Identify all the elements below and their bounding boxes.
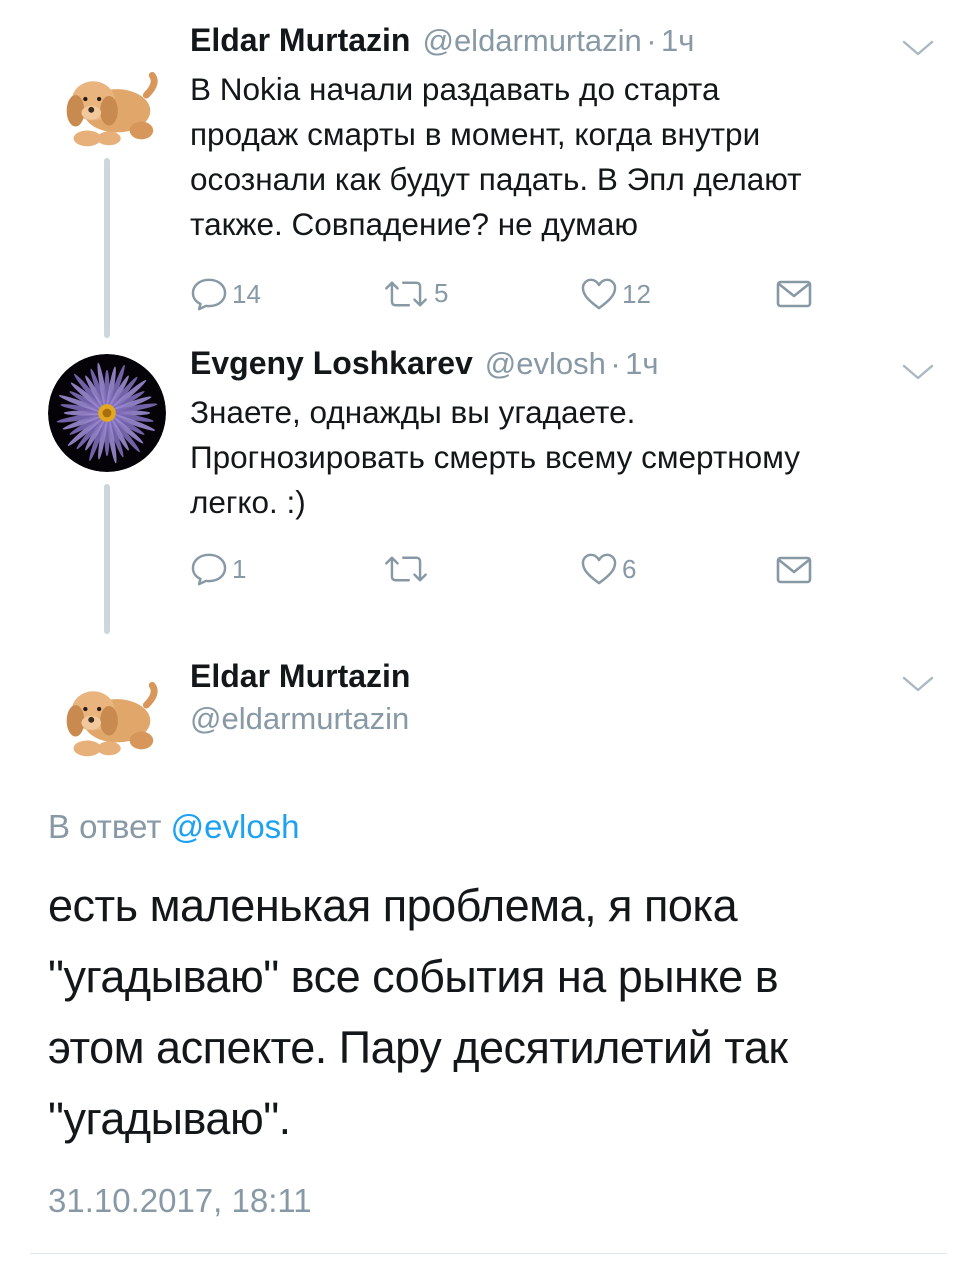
puppy-avatar-icon — [48, 650, 166, 768]
puppy-avatar-icon — [48, 40, 166, 158]
author-name[interactable]: Eldar Murtazin — [190, 22, 410, 58]
tweet-line: также. Совпадение? не думаю — [190, 206, 638, 242]
tweet-line: осознали как будут падать. В Эпл делают — [190, 161, 802, 197]
retweet-button[interactable]: 5 — [382, 278, 448, 309]
envelope-icon — [776, 556, 812, 584]
like-button[interactable]: 6 — [580, 552, 636, 586]
tweet-header: Evgeny Loshkarev @evlosh · 1ч — [190, 345, 659, 382]
time-separator: · — [646, 23, 657, 58]
like-button[interactable]: 12 — [580, 277, 651, 311]
tweet-line: Знаете, однажды вы угадаете. — [190, 394, 636, 430]
chevron-down-icon[interactable] — [900, 672, 936, 696]
time-separator: · — [610, 346, 621, 381]
reply-mention-link[interactable]: @evlosh — [171, 808, 300, 845]
reply-button[interactable]: 14 — [190, 277, 261, 311]
avatar[interactable] — [48, 650, 166, 768]
tweet-line: продаж смарты в момент, когда внутри — [190, 116, 761, 152]
divider — [30, 1253, 947, 1254]
tweet-line: "угадываю". — [48, 1093, 291, 1144]
main-tweet-text: есть маленькая проблема, я пока "угадыва… — [48, 870, 948, 1154]
chevron-down-icon[interactable] — [900, 36, 936, 60]
retweet-button[interactable] — [382, 554, 434, 584]
author-block: Eldar Murtazin @eldarmurtazin — [190, 658, 410, 737]
tweet-line: легко. :) — [190, 484, 306, 520]
tweet-text: В Nokia начали раздавать до старта прода… — [190, 67, 950, 247]
retweet-icon — [382, 279, 430, 309]
like-count: 6 — [622, 553, 637, 584]
heart-icon — [580, 277, 618, 311]
thread-line — [104, 158, 110, 338]
dm-button[interactable] — [776, 556, 812, 584]
retweet-count: 5 — [434, 278, 449, 308]
dm-button[interactable] — [776, 280, 812, 308]
tweet-line: "угадываю" все события на рынке в — [48, 951, 779, 1002]
tweet-time[interactable]: 1ч — [625, 346, 658, 381]
tweet-header: Eldar Murtazin @eldarmurtazin · 1ч — [190, 22, 694, 59]
author-name[interactable]: Eldar Murtazin — [190, 658, 410, 695]
thread-line — [104, 484, 110, 634]
tweet-line: есть маленькая проблема, я пока — [48, 880, 738, 931]
like-count: 12 — [622, 278, 651, 309]
reply-context: В ответ @evlosh — [48, 808, 300, 846]
heart-icon — [580, 552, 618, 586]
envelope-icon — [776, 280, 812, 308]
tweet-timestamp[interactable]: 31.10.2017, 18:11 — [48, 1182, 312, 1220]
author-handle[interactable]: @eldarmurtazin — [190, 701, 410, 737]
reply-count: 14 — [232, 278, 261, 309]
reply-bubble-icon — [190, 552, 228, 586]
author-handle[interactable]: @eldarmurtazin — [422, 23, 641, 58]
author-name[interactable]: Evgeny Loshkarev — [190, 345, 473, 381]
tweet-line: Прогнозировать смерть всему смертному — [190, 439, 800, 475]
avatar[interactable] — [48, 40, 166, 158]
reply-count: 1 — [232, 553, 247, 584]
flower-avatar-icon — [48, 354, 166, 472]
reply-button[interactable]: 1 — [190, 552, 246, 586]
avatar[interactable] — [48, 354, 166, 472]
tweet-text: Знаете, однажды вы угадаете. Прогнозиров… — [190, 390, 950, 525]
retweet-icon — [382, 554, 430, 584]
chevron-down-icon[interactable] — [900, 360, 936, 384]
reply-bubble-icon — [190, 277, 228, 311]
reply-prefix: В ответ — [48, 808, 162, 845]
author-handle[interactable]: @evlosh — [485, 346, 606, 381]
tweet-line: этом аспекте. Пару десятилетий так — [48, 1022, 788, 1073]
tweet-time[interactable]: 1ч — [661, 23, 694, 58]
tweet-line: В Nokia начали раздавать до старта — [190, 71, 720, 107]
